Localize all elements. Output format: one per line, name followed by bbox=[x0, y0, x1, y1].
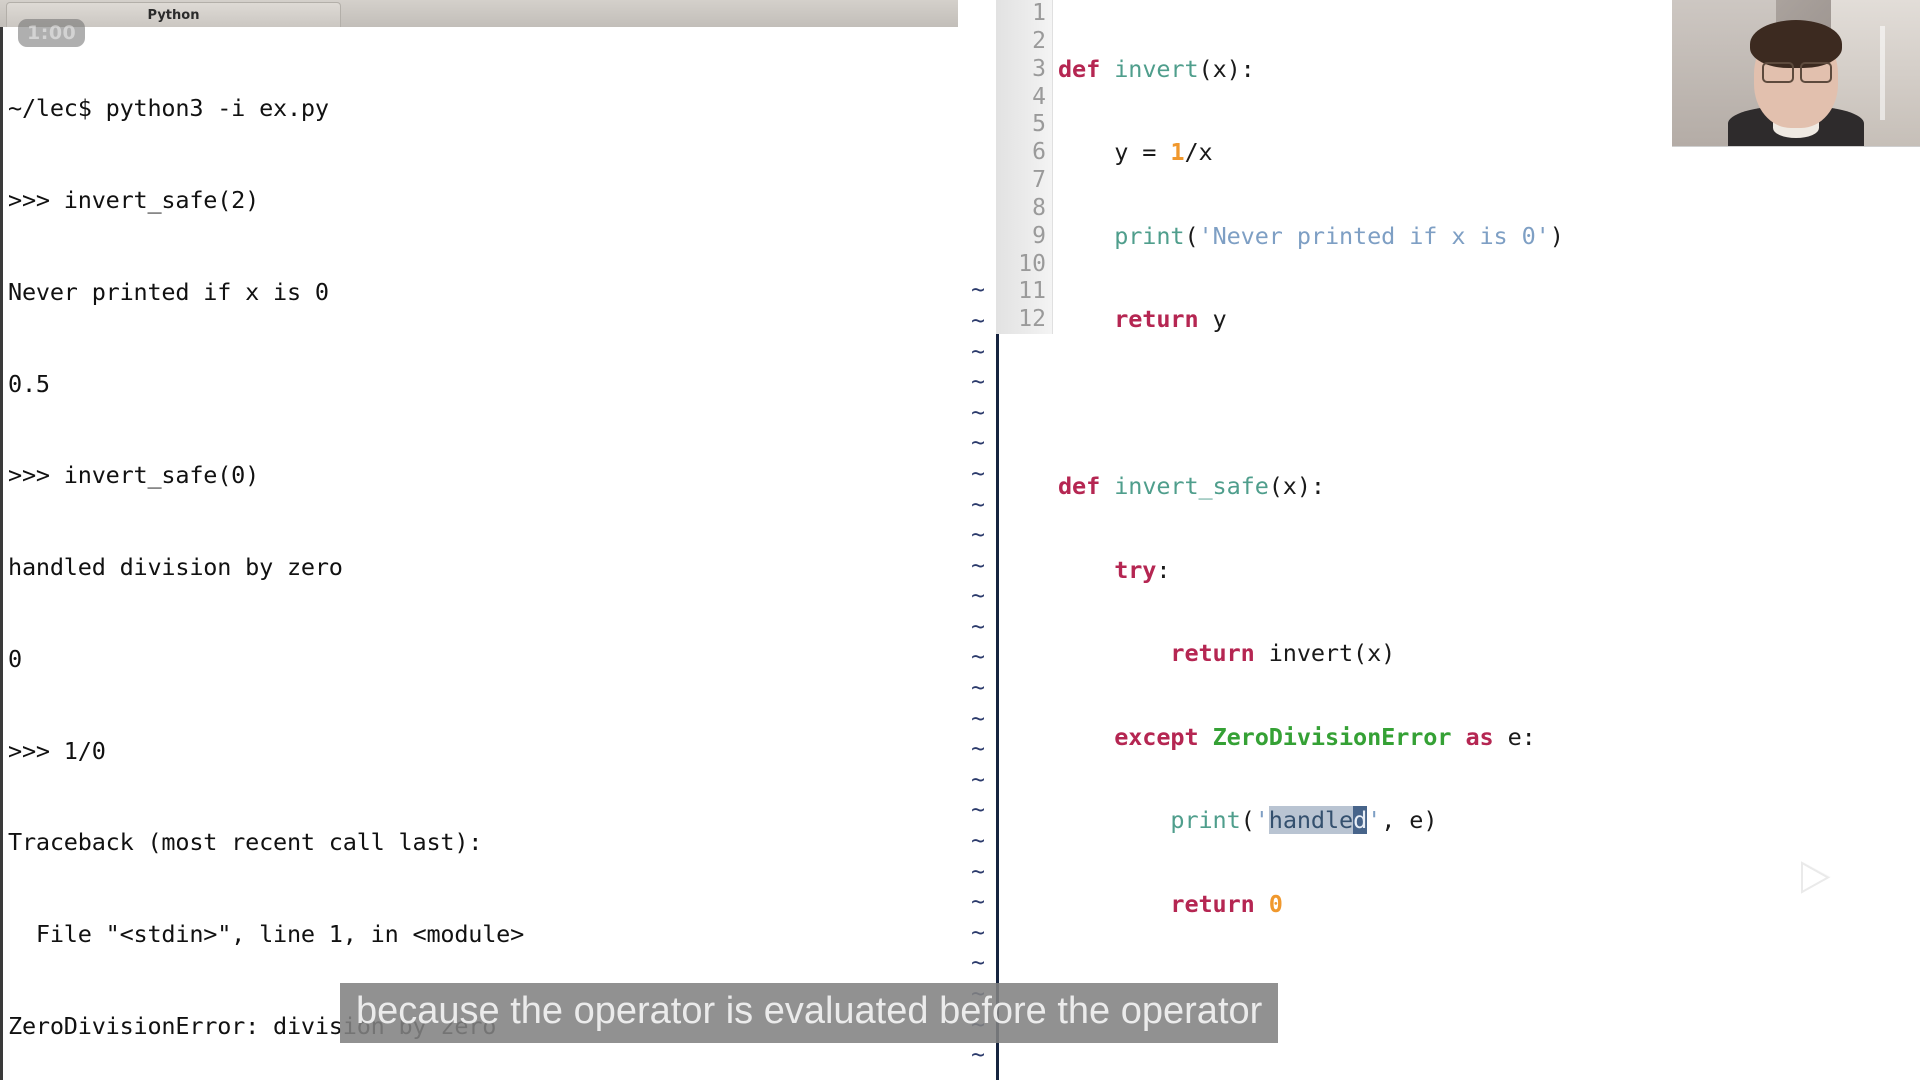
code-line-2: y = 1/x bbox=[1058, 139, 1564, 167]
terminal-line: >>> 1/0 bbox=[8, 736, 691, 767]
tilde-marker: ~ bbox=[958, 795, 998, 826]
terminal-line: ~/lec$ python3 -i ex.py bbox=[8, 93, 691, 124]
tilde-marker: ~ bbox=[958, 490, 998, 521]
webcam-door-edge bbox=[1880, 26, 1885, 119]
line-number-gutter: 1 2 3 4 5 6 7 8 9 10 11 12 bbox=[996, 0, 1053, 334]
tilde-marker: ~ bbox=[958, 826, 998, 857]
terminal-line: >>> invert_safe(0) bbox=[8, 460, 691, 491]
line-number: 1 bbox=[1018, 0, 1046, 28]
code-line-3: print('Never printed if x is 0') bbox=[1058, 223, 1564, 251]
terminal-titlebar: Python bbox=[0, 0, 958, 28]
tilde-marker: ~ bbox=[958, 857, 998, 888]
tilde-marker: ~ bbox=[958, 734, 998, 765]
webcam-person-hair bbox=[1750, 20, 1842, 68]
code-line-9: except ZeroDivisionError as e: bbox=[1058, 724, 1564, 752]
code-line-1: def invert(x): bbox=[1058, 56, 1564, 84]
line-number: 10 bbox=[1018, 251, 1046, 279]
tv-play-watermark-icon bbox=[1761, 828, 1857, 918]
tilde-marker: ~ bbox=[958, 887, 998, 918]
webcam-video-overlay[interactable] bbox=[1672, 0, 1920, 147]
text-cursor: d bbox=[1353, 806, 1367, 834]
tilde-marker: ~ bbox=[958, 642, 998, 673]
webcam-person-glasses-right bbox=[1800, 62, 1832, 83]
line-number: 9 bbox=[1018, 223, 1046, 251]
tilde-marker: ~ bbox=[958, 428, 998, 459]
line-number: 6 bbox=[1018, 139, 1046, 167]
terminal-line: File "<stdin>", line 1, in <module> bbox=[8, 919, 691, 950]
tilde-marker: ~ bbox=[958, 918, 998, 949]
source-code-text[interactable]: def invert(x): y = 1/x print('Never prin… bbox=[1058, 0, 1564, 1058]
webcam-person-glasses-left bbox=[1762, 62, 1794, 83]
tilde-marker: ~ bbox=[958, 612, 998, 643]
terminal-line: Never printed if x is 0 bbox=[8, 277, 691, 308]
tilde-marker: ~ bbox=[958, 551, 998, 582]
terminal-text: ~/lec$ python3 -i ex.py >>> invert_safe(… bbox=[8, 32, 691, 1080]
code-line-7: try: bbox=[1058, 557, 1564, 585]
tilde-marker: ~ bbox=[958, 520, 998, 551]
line-number: 5 bbox=[1018, 111, 1046, 139]
line-number: 8 bbox=[1018, 195, 1046, 223]
tilde-marker: ~ bbox=[958, 673, 998, 704]
subtitle-caption-text: because the operator is evaluated before… bbox=[356, 990, 1262, 1032]
tilde-marker: ~ bbox=[958, 704, 998, 735]
vim-editor-pane[interactable]: ~ ~ ~ ~ ~ ~ ~ ~ ~ ~ ~ ~ ~ ~ ~ ~ ~ ~ ~ ~ … bbox=[958, 0, 1920, 1080]
tilde-marker: ~ bbox=[958, 398, 998, 429]
tilde-marker: ~ bbox=[958, 337, 998, 368]
line-number: 7 bbox=[1018, 167, 1046, 195]
tilde-marker: ~ bbox=[958, 948, 998, 979]
line-number: 3 bbox=[1018, 56, 1046, 84]
subtitle-caption-bar: because the operator is evaluated before… bbox=[340, 983, 1278, 1043]
tilde-marker: ~ bbox=[958, 1040, 998, 1071]
code-line-8: return invert(x) bbox=[1058, 640, 1564, 668]
terminal-tab-label: Python bbox=[148, 8, 200, 23]
terminal-line: 0 bbox=[8, 644, 691, 675]
terminal-line: Traceback (most recent call last): bbox=[8, 827, 691, 858]
code-line-4: return y bbox=[1058, 306, 1564, 334]
selected-word: handle bbox=[1269, 806, 1353, 834]
tilde-marker: ~ bbox=[958, 306, 998, 337]
tilde-marker: ~ bbox=[958, 367, 998, 398]
code-line-11: return 0 bbox=[1058, 891, 1564, 919]
terminal-window[interactable]: Python ~/lec$ python3 -i ex.py >>> inver… bbox=[0, 0, 958, 1080]
code-line-10: print('handled', e) bbox=[1058, 807, 1564, 835]
tilde-marker: ~ bbox=[958, 275, 998, 306]
timestamp-badge: 1:00 bbox=[18, 19, 85, 47]
line-number: 2 bbox=[1018, 28, 1046, 56]
line-number: 12 bbox=[1018, 306, 1046, 334]
terminal-line: >>> invert_safe(2) bbox=[8, 185, 691, 216]
tilde-marker: ~ bbox=[958, 459, 998, 490]
vim-empty-line-markers: ~ ~ ~ ~ ~ ~ ~ ~ ~ ~ ~ ~ ~ ~ ~ ~ ~ ~ ~ ~ … bbox=[958, 0, 998, 1080]
code-line-5 bbox=[1058, 390, 1564, 418]
tilde-marker: ~ bbox=[958, 581, 998, 612]
terminal-line: 0.5 bbox=[8, 369, 691, 400]
tilde-marker: ~ bbox=[958, 765, 998, 796]
code-line-6: def invert_safe(x): bbox=[1058, 473, 1564, 501]
terminal-output-area[interactable]: ~/lec$ python3 -i ex.py >>> invert_safe(… bbox=[0, 27, 958, 1080]
line-number: 4 bbox=[1018, 84, 1046, 112]
terminal-line: handled division by zero bbox=[8, 552, 691, 583]
line-number: 11 bbox=[1018, 278, 1046, 306]
